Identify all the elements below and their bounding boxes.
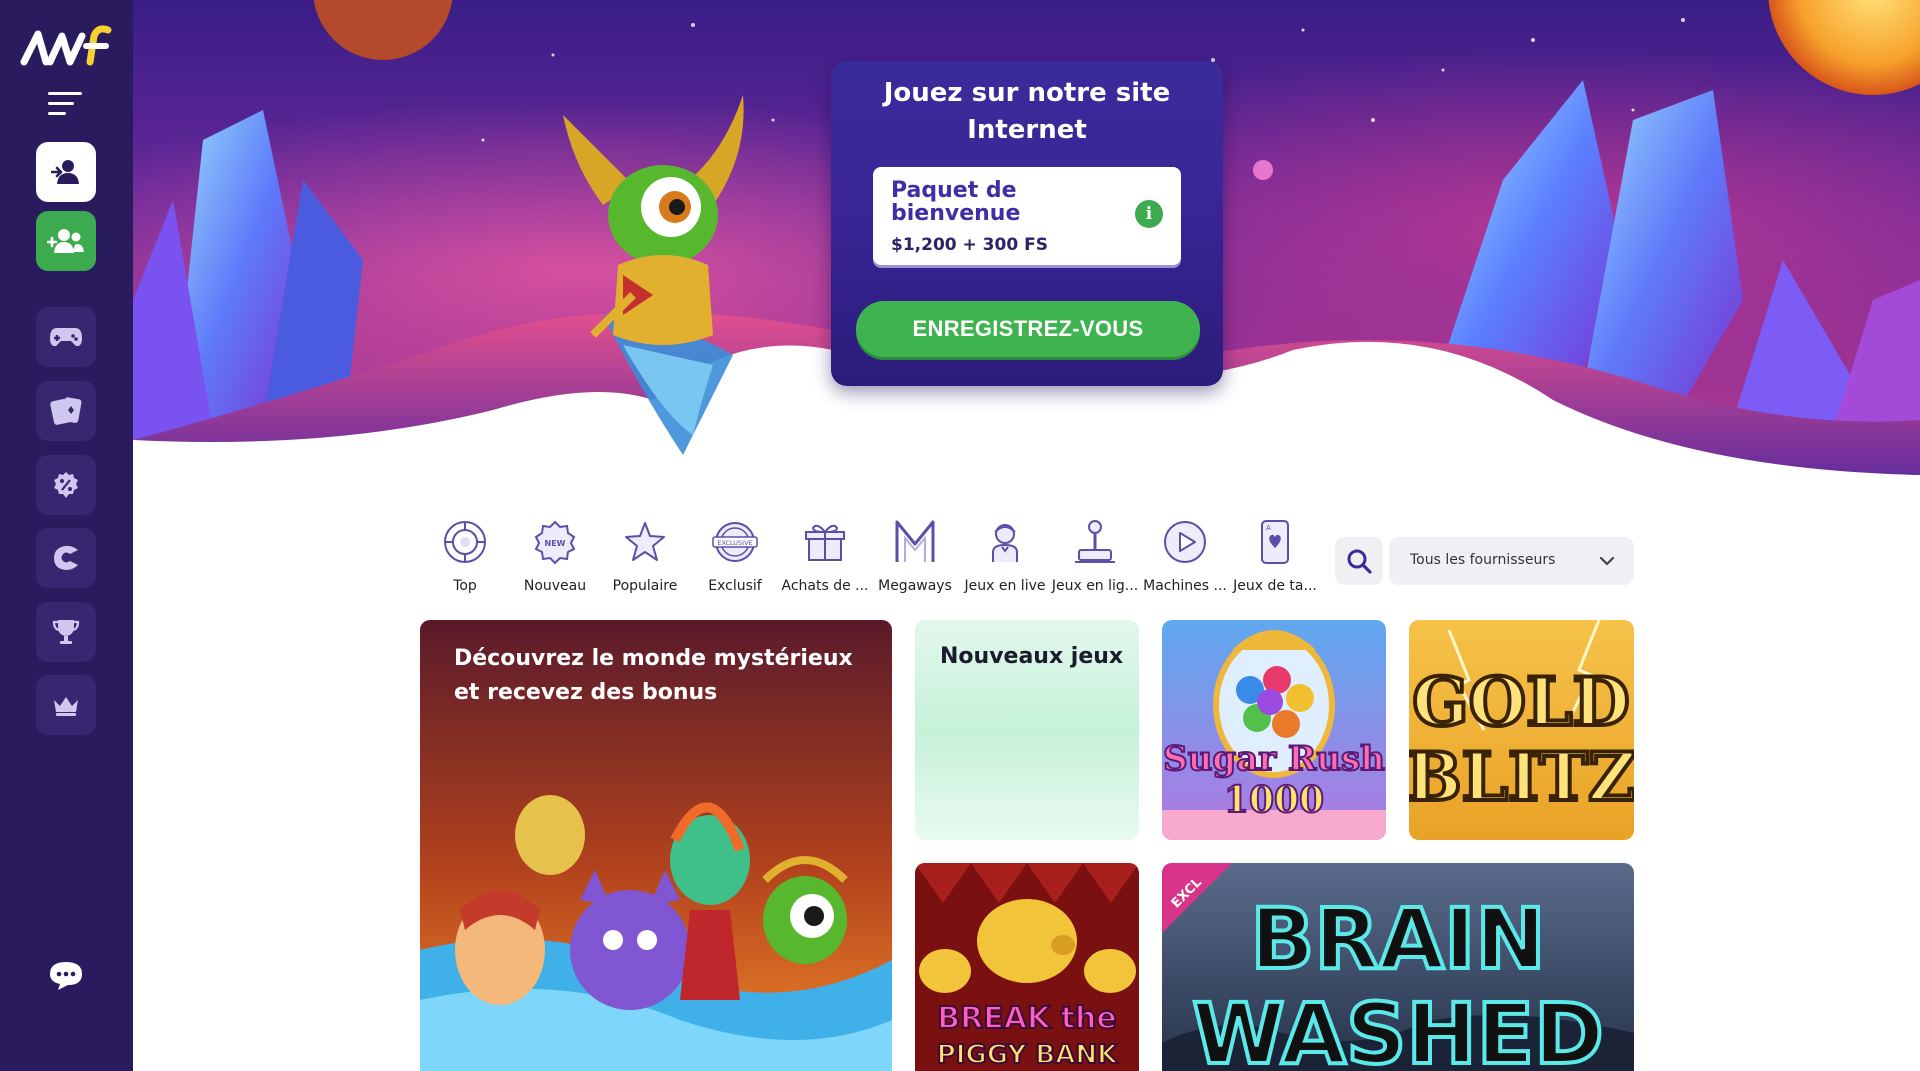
promo-banner-tile[interactable]: Découvrez le monde mystérieux et recevez… xyxy=(420,620,892,1071)
sugar-rush-artwork: Sugar Rush 1000 xyxy=(1162,620,1386,840)
sidebar-item-games[interactable] xyxy=(36,307,96,367)
menu-line xyxy=(48,102,74,105)
sugar-rush-title-line2: 1000 xyxy=(1224,779,1324,821)
svg-text:A: A xyxy=(1266,524,1271,532)
sugar-rush-title-line1: Sugar Rush xyxy=(1163,739,1385,779)
category-label: Machines ... xyxy=(1143,578,1227,594)
category-top[interactable]: Top xyxy=(420,512,510,604)
megaways-icon xyxy=(895,520,935,562)
brain-washed-artwork: EXCL BRAIN WASHED xyxy=(1162,863,1634,1071)
category-label: Megaways xyxy=(878,578,952,594)
category-label: Jeux en lig... xyxy=(1051,578,1139,594)
live-dealer-icon xyxy=(992,524,1018,562)
svg-text:EXCLUSIVE: EXCLUSIVE xyxy=(717,539,752,547)
welcome-promo-card: Jouez sur notre site Internet Paquet de … xyxy=(831,61,1223,386)
category-bonus-buys[interactable]: Achats de ... xyxy=(780,512,870,604)
search-button[interactable] xyxy=(1335,537,1383,585)
gold-blitz-artwork: GOLD BLITZ xyxy=(1409,620,1634,840)
promo-title: Jouez sur notre site Internet xyxy=(883,78,1171,145)
category-exclusive[interactable]: EXCLUSIVE Exclusif xyxy=(690,512,780,604)
login-button[interactable] xyxy=(36,142,96,202)
gamepad-icon xyxy=(50,328,82,347)
brain-washed-title-line2: WASHED xyxy=(1192,985,1604,1071)
category-label: Jeux en live xyxy=(964,578,1046,594)
category-label: Exclusif xyxy=(708,578,762,594)
category-label: Nouveau xyxy=(523,578,587,594)
search-icon xyxy=(1347,549,1372,574)
chevron-down-icon xyxy=(1599,556,1615,566)
exclusive-icon: EXCLUSIVE xyxy=(712,522,758,562)
user-login-icon xyxy=(51,160,79,184)
category-label: Top xyxy=(453,578,477,594)
category-live-games[interactable]: Jeux en live xyxy=(960,512,1050,604)
game-tile-brain-washed[interactable]: EXCL BRAIN WASHED xyxy=(1162,863,1634,1071)
promo-banner-title: Découvrez le monde mystérieux et recevez… xyxy=(454,646,853,705)
svg-text:NEW: NEW xyxy=(545,539,566,548)
category-label: Jeux de ta... xyxy=(1233,578,1317,594)
provider-select[interactable]: Tous les fournisseurs xyxy=(1389,537,1634,585)
piggy-title-line2: PIGGY BANK xyxy=(937,1040,1118,1070)
category-slot-machines[interactable]: Machines ... xyxy=(1140,512,1230,604)
game-tile-break-the-piggy-bank[interactable]: BREAK the PIGGY BANK xyxy=(915,863,1139,1071)
new-games-title: Nouveaux jeux xyxy=(940,644,1124,669)
category-megaways[interactable]: Megaways xyxy=(870,512,960,604)
play-icon xyxy=(1164,521,1206,563)
menu-line xyxy=(48,112,66,115)
sidebar xyxy=(0,0,133,1071)
info-icon[interactable]: i xyxy=(1135,200,1163,228)
menu-line xyxy=(48,92,82,95)
game-tile-gold-blitz[interactable]: GOLD BLITZ xyxy=(1409,620,1634,840)
register-side-button[interactable] xyxy=(36,211,96,271)
category-label: Achats de ... xyxy=(781,578,869,594)
new-games-tile[interactable]: Nouveaux jeux xyxy=(915,620,1139,840)
category-new[interactable]: NEW Nouveau xyxy=(510,512,600,604)
add-users-icon xyxy=(47,229,84,253)
card-icon: A xyxy=(1261,520,1289,564)
welcome-bonus-amount: $1,200 + 300 FS xyxy=(891,235,1048,255)
welcome-bonus-title: Paquet de bienvenue xyxy=(891,178,1021,226)
brain-washed-title-line1: BRAIN xyxy=(1250,890,1545,988)
welcome-bonus-card: Paquet de bienvenue $1,200 + 300 FS i xyxy=(873,167,1181,265)
gold-blitz-title-line1: GOLD xyxy=(1412,663,1630,741)
new-icon: NEW xyxy=(534,520,576,565)
sidebar-item-cards[interactable] xyxy=(36,381,96,441)
game-tile-sugar-rush[interactable]: Sugar Rush 1000 xyxy=(1162,620,1386,840)
piggy-bank-artwork: BREAK the PIGGY BANK xyxy=(915,863,1139,1071)
joystick-icon xyxy=(1075,520,1115,563)
register-button[interactable]: ENREGISTREZ-VOUS xyxy=(856,301,1200,357)
category-table-games[interactable]: A Jeux de ta... xyxy=(1230,512,1320,604)
category-label: Populaire xyxy=(612,578,678,594)
brand-logo[interactable] xyxy=(20,22,112,70)
sidebar-item-promotions[interactable] xyxy=(36,455,96,515)
chat-icon xyxy=(50,962,82,990)
piggy-title-line1: BREAK the xyxy=(937,1001,1116,1036)
loyalty-icon xyxy=(54,545,78,570)
category-popular[interactable]: Populaire xyxy=(600,512,690,604)
cards-icon xyxy=(50,397,82,425)
category-online-games[interactable]: Jeux en lig... xyxy=(1050,512,1140,604)
sidebar-item-vip[interactable] xyxy=(36,675,96,735)
crown-icon xyxy=(54,697,78,716)
sidebar-item-loyalty[interactable] xyxy=(36,528,96,588)
menu-toggle-button[interactable] xyxy=(48,92,84,118)
chat-button[interactable] xyxy=(44,956,88,996)
trophy-icon xyxy=(52,620,80,644)
star-icon xyxy=(625,522,665,561)
provider-select-value: Tous les fournisseurs xyxy=(1410,552,1556,568)
sidebar-item-tournaments[interactable] xyxy=(36,602,96,662)
gift-icon xyxy=(805,524,845,561)
gold-blitz-title-line2: BLITZ xyxy=(1409,738,1634,816)
promotions-icon xyxy=(54,472,78,498)
page: Jouez sur notre site Internet Paquet de … xyxy=(0,0,1920,1071)
game-category-tabs: Top NEW Nouveau Populaire EXCLUSIVE Excl… xyxy=(420,512,1320,604)
top-icon xyxy=(444,521,486,563)
